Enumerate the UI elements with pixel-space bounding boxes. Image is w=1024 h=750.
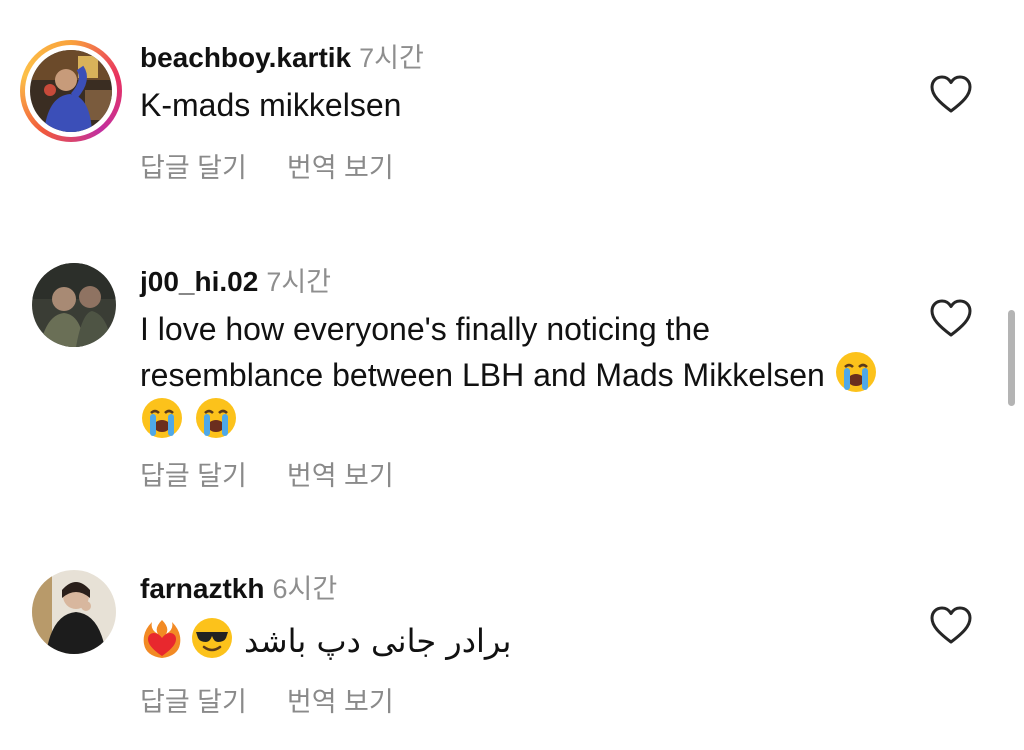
timestamp: 7시간: [266, 267, 332, 297]
comment-actions: 답글 달기 번역 보기: [140, 680, 394, 719]
heart-outline-icon[interactable]: [929, 298, 973, 338]
comment-text: K-mads mikkelsen: [140, 87, 402, 123]
smiling-face-with-sunglasses-icon: [190, 616, 234, 660]
heart-outline-icon[interactable]: [929, 605, 973, 645]
see-translation-button[interactable]: 번역 보기: [287, 153, 394, 183]
reply-button[interactable]: 답글 달기: [140, 461, 247, 491]
scrollbar[interactable]: [1008, 310, 1015, 406]
avatar[interactable]: [32, 570, 116, 654]
username[interactable]: farnaztkh: [140, 573, 264, 604]
timestamp: 7시간: [359, 43, 424, 73]
comment-text: I love how everyone's finally noticing t…: [140, 308, 900, 442]
comment-header: j00_hi.02 7시간: [140, 260, 331, 299]
heart-outline-icon[interactable]: [929, 74, 973, 114]
timestamp: 6시간: [272, 574, 338, 604]
comment-actions: 답글 달기 번역 보기: [140, 454, 394, 493]
loudly-crying-face-icon: [140, 396, 184, 440]
username[interactable]: j00_hi.02: [140, 266, 258, 297]
avatar[interactable]: [32, 263, 116, 347]
loudly-crying-face-icon: [834, 350, 878, 394]
reply-button[interactable]: 답글 달기: [140, 153, 247, 183]
see-translation-button[interactable]: 번역 보기: [287, 461, 394, 491]
avatar[interactable]: [30, 50, 112, 132]
comment-text: برادر جانی دپ باشد: [140, 616, 900, 662]
comment-text-body: برادر جانی دپ باشد: [244, 622, 512, 660]
reply-button[interactable]: 답글 달기: [140, 687, 247, 717]
comment-actions: 답글 달기 번역 보기: [140, 146, 394, 185]
comment-text-body: I love how everyone's finally noticing t…: [140, 311, 825, 393]
loudly-crying-face-icon: [194, 396, 238, 440]
comment-header: farnaztkh 6시간: [140, 567, 337, 606]
username[interactable]: beachboy.kartik: [140, 42, 351, 73]
comment-header: beachboy.kartik 7시간: [140, 36, 424, 75]
heart-on-fire-icon: [140, 616, 184, 660]
see-translation-button[interactable]: 번역 보기: [287, 687, 394, 717]
